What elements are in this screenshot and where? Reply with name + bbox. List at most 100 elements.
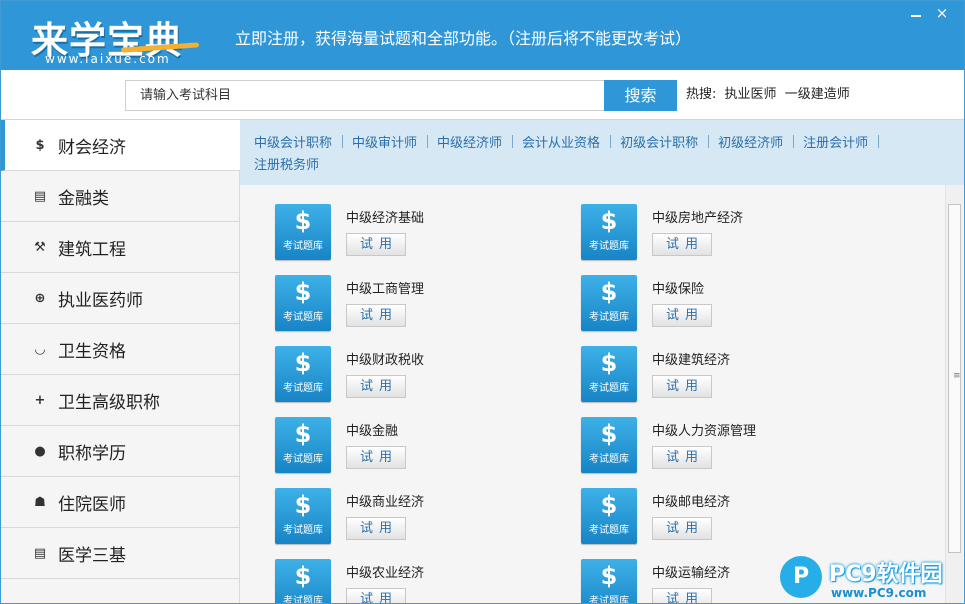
pc9-logo-icon: P (780, 556, 822, 598)
sidebar-item-label: 卫生资格 (58, 341, 126, 362)
try-button[interactable]: 试用 (652, 517, 712, 540)
dollar-icon: $ (600, 420, 618, 448)
sidebar-item-resident-doctor[interactable]: ☗ 住院医师 (1, 477, 239, 528)
exam-bank-icon[interactable]: $ 考试题库 (581, 417, 637, 473)
try-button[interactable]: 试用 (346, 375, 406, 398)
sidebar-item-health-qualification[interactable]: ◡ 卫生资格 (1, 324, 239, 375)
try-button[interactable]: 试用 (652, 588, 712, 603)
exam-bank-icon[interactable]: $ 考试题库 (581, 488, 637, 544)
try-button[interactable]: 试用 (652, 375, 712, 398)
dollar-icon: $ (294, 491, 312, 519)
exam-bank-caption: 考试题库 (589, 454, 629, 465)
exam-name: 中级财政税收 (346, 353, 425, 368)
subnav-link[interactable]: 注册会计师 (803, 136, 868, 151)
subnav-link[interactable]: 中级审计师 (352, 136, 417, 151)
exam-bank-caption: 考试题库 (283, 596, 323, 604)
exam-bank-icon[interactable]: $ 考试题库 (275, 275, 331, 331)
app-window: 来学宝典 www.laixue.com 立即注册，获得海量试题和全部功能。（注册… (0, 0, 965, 604)
person-icon: ● (34, 443, 46, 459)
try-button[interactable]: 试用 (652, 233, 712, 256)
exam-bank-icon[interactable]: $ 考试题库 (581, 559, 637, 603)
subnav-separator (512, 135, 514, 148)
sidebar-item-title-education[interactable]: ● 职称学历 (1, 426, 239, 477)
exam-bank-icon[interactable]: $ 考试题库 (581, 275, 637, 331)
try-button[interactable]: 试用 (652, 446, 712, 469)
exam-card: $ 考试题库 中级工商管理 试用 (275, 275, 581, 331)
subnav-separator (427, 135, 429, 148)
content-panel: 中级会计职称 中级审计师 中级经济师 会计从业资格 初级会计职称 初级经济师 注册会计师注册… (240, 120, 964, 604)
dollar-icon: $ (294, 278, 312, 306)
grip-icon: ≡ (953, 371, 961, 381)
try-button[interactable]: 试用 (652, 304, 712, 327)
search-input[interactable]: 请输入考试科目 (125, 80, 605, 111)
sidebar-item-finance-economics[interactable]: $ 财会经济 (1, 120, 240, 171)
exam-bank-icon[interactable]: $ 考试题库 (581, 346, 637, 402)
subnav-separator (708, 135, 710, 148)
exam-grid: $ 考试题库 中级经济基础 试用 $ 考试题库 中级房地产经济 试用 $ 考试题库 中… (275, 204, 935, 604)
subnav-link[interactable]: 中级经济师 (437, 136, 502, 151)
exam-bank-caption: 考试题库 (589, 383, 629, 394)
exam-bank-caption: 考试题库 (283, 525, 323, 536)
exam-bank-icon[interactable]: $ 考试题库 (275, 559, 331, 604)
sidebar-item-label: 职称学历 (58, 443, 126, 464)
subnav-link[interactable]: 初级会计职称 (620, 136, 698, 151)
sidebar-item-label: 金融类 (58, 188, 109, 209)
sidebar-item-label: 财会经济 (58, 137, 126, 158)
exam-card: $ 考试题库 中级建筑经济 试用 (581, 346, 887, 402)
try-button[interactable]: 试用 (346, 446, 406, 469)
category-sidebar: $ 财会经济 ▤ 金融类 ⚒ 建筑工程 ⊕ 执业医药师 ◡ 卫生资格 + 卫生高… (1, 120, 240, 603)
exam-card: $ 考试题库 中级邮电经济 试用 (581, 488, 887, 544)
exam-card: $ 考试题库 中级经济基础 试用 (275, 204, 581, 260)
hot-search: 热搜: 执业医师 一级建造师 (686, 83, 854, 102)
app-logo-url: www.laixue.com (45, 52, 171, 66)
search-button[interactable]: 搜索 (604, 80, 677, 111)
scrollbar-thumb[interactable]: ≡ (948, 204, 961, 553)
hot-search-item[interactable]: 执业医师 (725, 87, 777, 102)
document-icon: ▤ (33, 545, 47, 561)
vertical-scrollbar[interactable]: ≡ (945, 185, 963, 603)
try-button[interactable]: 试用 (346, 233, 406, 256)
exam-bank-caption: 考试题库 (283, 383, 323, 394)
exam-bank-icon[interactable]: $ 考试题库 (275, 204, 331, 260)
try-button[interactable]: 试用 (346, 517, 406, 540)
doctor-icon: ☗ (34, 494, 46, 510)
dollar-icon: $ (294, 420, 312, 448)
exam-card: $ 考试题库 中级金融 试用 (275, 417, 581, 473)
dollar-icon: $ (600, 349, 618, 377)
close-icon[interactable]: × (934, 5, 950, 21)
medkit-icon: ⊕ (34, 290, 46, 306)
sidebar-item-health-senior-title[interactable]: + 卫生高级职称 (1, 375, 239, 426)
dollar-icon: $ (600, 562, 618, 590)
exam-name: 中级工商管理 (346, 282, 425, 297)
subnav-link[interactable]: 注册税务师 (254, 158, 319, 173)
exam-bank-icon[interactable]: $ 考试题库 (581, 204, 637, 260)
exam-bank-icon[interactable]: $ 考试题库 (275, 346, 331, 402)
subnav-separator (878, 135, 880, 148)
sidebar-item-finance[interactable]: ▤ 金融类 (1, 171, 239, 222)
try-button[interactable]: 试用 (346, 304, 406, 327)
exam-bank-caption: 考试题库 (589, 241, 629, 252)
exam-name: 中级金融 (346, 424, 399, 439)
minimize-icon[interactable] (909, 6, 923, 20)
sidebar-item-pharmacist[interactable]: ⊕ 执业医药师 (1, 273, 239, 324)
dollar-icon: $ (294, 207, 312, 235)
subnav-link[interactable]: 中级会计职称 (254, 136, 332, 151)
dollar-icon: $ (600, 491, 618, 519)
title-bar: 来学宝典 www.laixue.com 立即注册，获得海量试题和全部功能。（注册… (1, 1, 964, 70)
exam-bank-icon[interactable]: $ 考试题库 (275, 488, 331, 544)
try-button[interactable]: 试用 (346, 588, 406, 603)
dollar-icon: $ (600, 278, 618, 306)
sidebar-item-construction[interactable]: ⚒ 建筑工程 (1, 222, 239, 273)
dollar-icon: $ (35, 137, 45, 153)
exam-bank-icon[interactable]: $ 考试题库 (275, 417, 331, 473)
search-bar: 请输入考试科目 搜索 热搜: 执业医师 一级建造师 (1, 70, 964, 120)
register-promo-link[interactable]: 立即注册，获得海量试题和全部功能。（注册后将不能更改考试） (235, 25, 691, 49)
exam-bank-caption: 考试题库 (283, 241, 323, 252)
exam-name: 中级邮电经济 (652, 495, 731, 510)
hot-search-item[interactable]: 一级建造师 (785, 87, 850, 102)
exam-name: 中级农业经济 (346, 566, 425, 581)
subnav-link[interactable]: 初级经济师 (718, 136, 783, 151)
sidebar-item-medical-basics[interactable]: ▤ 医学三基 (1, 528, 239, 579)
subnav-separator (610, 135, 612, 148)
subnav-link[interactable]: 会计从业资格 (522, 136, 600, 151)
